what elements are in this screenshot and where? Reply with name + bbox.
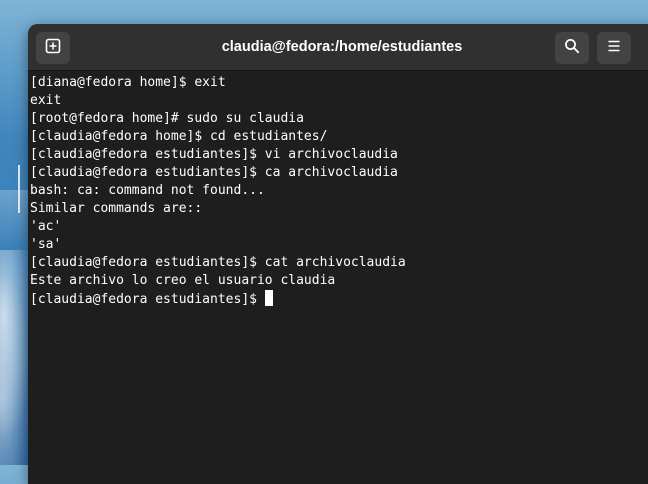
terminal-line: [claudia@fedora home]$ cd estudiantes/: [30, 129, 328, 144]
terminal-window: claudia@fedora:/home/estudiantes [diana@…: [28, 24, 648, 484]
terminal-line: [diana@fedora home]$ exit: [30, 75, 226, 90]
menu-button[interactable]: [597, 32, 631, 64]
terminal-line: exit: [30, 93, 62, 108]
terminal-output[interactable]: [diana@fedora home]$ exit exit [root@fed…: [28, 71, 648, 308]
terminal-line: bash: ca: command not found...: [30, 183, 265, 198]
terminal-prompt-line[interactable]: [claudia@fedora estudiantes]$: [30, 290, 648, 308]
terminal-line: 'sa': [30, 237, 62, 252]
title-bar[interactable]: claudia@fedora:/home/estudiantes: [28, 24, 648, 71]
terminal-prompt: [claudia@fedora estudiantes]$: [30, 292, 265, 307]
terminal-line: Similar commands are::: [30, 201, 203, 216]
terminal-line: Este archivo lo creo el usuario claudia: [30, 273, 336, 288]
terminal-line: [claudia@fedora estudiantes]$ ca archivo…: [30, 165, 398, 180]
terminal-line: [root@fedora home]# sudo su claudia: [30, 111, 304, 126]
terminal-line: [claudia@fedora estudiantes]$ cat archiv…: [30, 255, 406, 270]
terminal-line: 'ac': [30, 219, 62, 234]
search-icon: [564, 38, 580, 58]
search-button[interactable]: [555, 32, 589, 64]
text-cursor: [264, 290, 273, 306]
terminal-line: [claudia@fedora estudiantes]$ vi archivo…: [30, 147, 398, 162]
hamburger-menu-icon: [606, 38, 622, 58]
